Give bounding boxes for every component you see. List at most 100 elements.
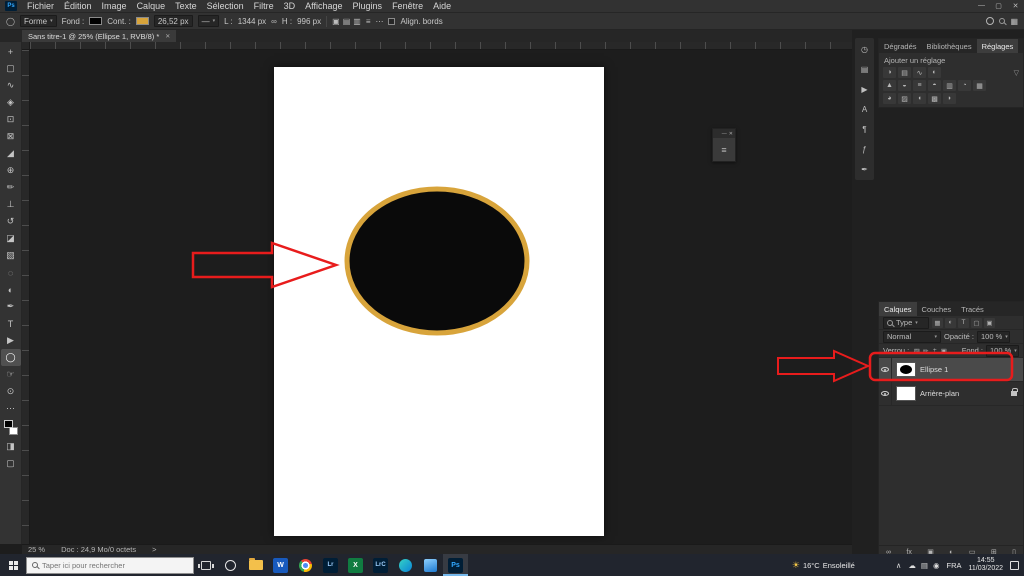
panel-tab[interactable]: Dégradés <box>879 39 922 53</box>
exposure-icon[interactable]: ◐ <box>928 67 941 78</box>
floating-panel[interactable]: — ✕ ≡ <box>712 128 736 162</box>
actions-panel-icon[interactable]: ▶ <box>856 80 873 98</box>
link-dimensions-icon[interactable]: ∞ <box>271 17 277 26</box>
brush-tool[interactable]: ✏ <box>1 179 21 196</box>
stroke-style-select[interactable]: — ▾ <box>198 15 220 27</box>
eyedropper-tool[interactable]: ◢ <box>1 145 21 162</box>
filter-text-icon[interactable]: T <box>958 318 969 328</box>
menu-item[interactable]: Sélection <box>202 1 249 11</box>
menu-item[interactable]: 3D <box>279 1 301 11</box>
dodge-tool[interactable]: ◐ <box>1 281 21 298</box>
layer-thumbnail[interactable] <box>896 386 916 401</box>
menu-item[interactable]: Fenêtre <box>387 1 428 11</box>
account-icon[interactable] <box>986 17 994 25</box>
menu-item[interactable]: Texte <box>170 1 202 11</box>
fill-opacity-select[interactable]: 100 % ▾ <box>986 345 1019 357</box>
selective-color-icon[interactable]: ◗ <box>943 93 956 104</box>
move-tool[interactable]: + <box>1 43 21 60</box>
properties-panel-icon[interactable]: ✒ <box>856 160 873 178</box>
taskbar-app-cortana[interactable] <box>218 554 243 576</box>
task-view-button[interactable] <box>194 554 218 576</box>
maximize-button[interactable]: ▢ <box>990 2 1007 10</box>
lock-pixels-icon[interactable]: ✏ <box>921 347 930 355</box>
curves-icon[interactable]: ∿ <box>913 67 926 78</box>
menu-item[interactable]: Image <box>97 1 132 11</box>
document-page[interactable] <box>274 67 604 536</box>
panel-tab[interactable]: Couches <box>917 302 957 316</box>
path-combine-icon[interactable]: ▣ <box>332 17 340 26</box>
layer-thumbnail[interactable] <box>896 362 916 377</box>
layer-name[interactable]: Arrière-plan <box>920 389 959 398</box>
tray-icon[interactable]: ▤ <box>921 561 928 570</box>
lock-position-icon[interactable]: + <box>930 347 939 355</box>
visibility-toggle[interactable] <box>879 382 892 405</box>
tray-chevron-icon[interactable]: ∧ <box>896 561 902 570</box>
clock[interactable]: 14:55 11/03/2022 <box>968 557 1003 573</box>
photo-filter-icon[interactable]: ▥ <box>943 80 956 91</box>
threshold-icon[interactable]: ◖ <box>913 93 926 104</box>
menu-item[interactable]: Édition <box>59 1 97 11</box>
panel-tab[interactable]: Tracés <box>956 302 989 316</box>
black-white-icon[interactable]: ◓ <box>928 80 941 91</box>
quick-mask-button[interactable]: ◨ <box>1 438 21 455</box>
layer-filter-type-select[interactable]: Type ▾ <box>883 317 929 329</box>
search-icon[interactable] <box>999 18 1005 24</box>
healing-brush-tool[interactable]: ⊕ <box>1 162 21 179</box>
layer-row-background[interactable]: Arrière-plan <box>879 382 1023 406</box>
canvas-area[interactable]: — ✕ ≡ <box>22 42 852 544</box>
language-indicator[interactable]: FRA <box>946 561 961 570</box>
align-options-icon[interactable]: ≡ <box>366 17 371 26</box>
action-center-icon[interactable] <box>1010 561 1019 570</box>
taskbar-app-excel[interactable]: X <box>343 554 368 576</box>
menu-item[interactable]: Plugins <box>348 1 388 11</box>
taskbar-app-photoshop[interactable]: Ps <box>443 554 468 576</box>
taskbar-app-word[interactable]: W <box>268 554 293 576</box>
history-brush-tool[interactable]: ↺ <box>1 213 21 230</box>
width-value[interactable]: 1344 px <box>238 17 266 26</box>
eraser-tool[interactable]: ◪ <box>1 230 21 247</box>
marquee-tool[interactable]: ▢ <box>1 60 21 77</box>
panel-tab[interactable]: Réglages <box>977 39 1019 53</box>
path-subtract-icon[interactable]: ▤ <box>343 17 351 26</box>
color-lookup-icon[interactable]: ▦ <box>973 80 986 91</box>
zoom-level[interactable]: 25 % <box>28 545 45 554</box>
levels-icon[interactable]: ▤ <box>898 67 911 78</box>
gradient-map-icon[interactable]: ▩ <box>928 93 941 104</box>
layer-name[interactable]: Ellipse 1 <box>920 365 948 374</box>
history-panel-icon[interactable]: ◷ <box>856 40 873 58</box>
path-selection-tool[interactable]: ▶ <box>1 332 21 349</box>
gradient-tool[interactable]: ▧ <box>1 247 21 264</box>
height-value[interactable]: 996 px <box>297 17 321 26</box>
layer-row-ellipse[interactable]: Ellipse 1 <box>879 358 1023 382</box>
hue-saturation-icon[interactable]: ◒ <box>898 80 911 91</box>
color-balance-icon[interactable]: ≡ <box>913 80 926 91</box>
taskbar-search[interactable] <box>26 557 194 574</box>
close-icon[interactable]: ✕ <box>729 131 733 137</box>
invert-icon[interactable]: ◕ <box>883 93 896 104</box>
vibrance-icon[interactable]: ▲ <box>883 80 896 91</box>
channel-mixer-icon[interactable]: ◔ <box>958 80 971 91</box>
edit-toolbar-icon[interactable]: ⋯ <box>1 400 21 417</box>
brightness-contrast-icon[interactable]: ◑ <box>883 67 896 78</box>
taskbar-app-chrome[interactable] <box>293 554 318 576</box>
swatches-panel-icon[interactable]: ▤ <box>856 60 873 78</box>
zoom-tool[interactable]: ⊙ <box>1 383 21 400</box>
tray-icon[interactable]: ☁ <box>908 561 916 570</box>
tray-icon[interactable]: ◉ <box>933 561 940 570</box>
start-button[interactable] <box>0 554 26 576</box>
filter-adjustment-icon[interactable]: ◐ <box>945 318 956 328</box>
align-edges-checkbox[interactable] <box>388 18 395 25</box>
taskbar-app-edge[interactable] <box>393 554 418 576</box>
fill-color-swatch[interactable] <box>89 17 102 25</box>
panel-tab[interactable]: Bibliothèques <box>922 39 977 53</box>
collapse-icon[interactable]: — <box>722 131 727 137</box>
hand-tool[interactable]: ☞ <box>1 366 21 383</box>
clone-stamp-tool[interactable]: ⊥ <box>1 196 21 213</box>
ellipse-tool[interactable]: ◯ <box>1 349 21 366</box>
filter-pixel-icon[interactable]: ▦ <box>932 318 943 328</box>
taskbar-app-photos[interactable] <box>418 554 443 576</box>
menu-item[interactable]: Aide <box>428 1 456 11</box>
visibility-toggle[interactable] <box>879 358 892 381</box>
stroke-width-input[interactable]: 26,52 px <box>154 15 193 27</box>
taskbar-app-lightroom[interactable]: Lr <box>318 554 343 576</box>
